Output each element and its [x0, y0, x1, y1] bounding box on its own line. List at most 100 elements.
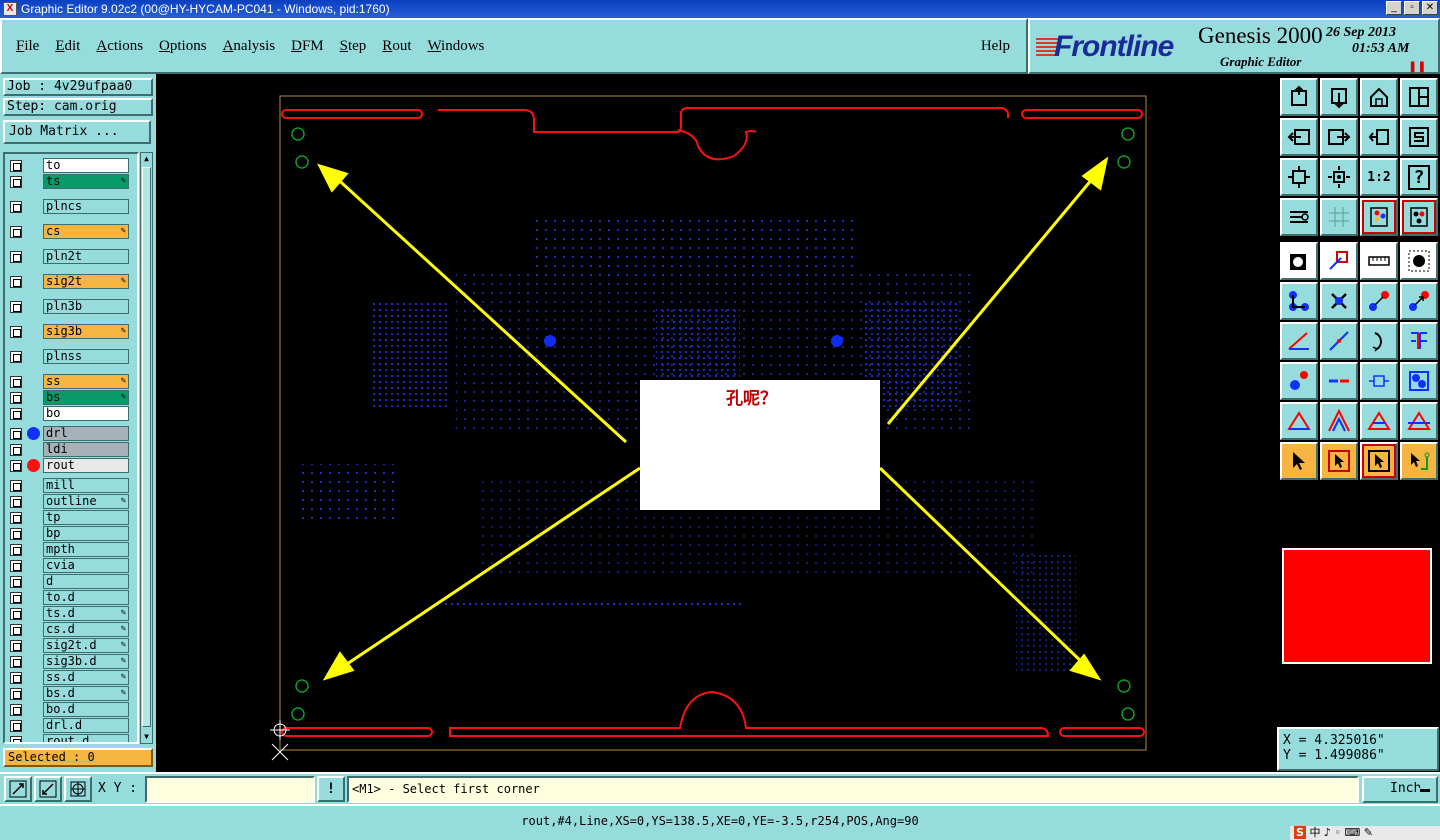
ime-badge[interactable]: S: [1294, 826, 1306, 839]
copy-feature-icon[interactable]: [1400, 282, 1438, 320]
layer-row-pln3b[interactable]: pln3b: [7, 299, 131, 314]
layer-name[interactable]: mill: [43, 478, 129, 493]
layer-name[interactable]: bp: [43, 526, 129, 541]
layer-checkbox[interactable]: [10, 226, 22, 238]
menu-analysis[interactable]: Analysis: [223, 38, 276, 55]
pan-down-icon[interactable]: [1320, 78, 1358, 116]
zoom-home-icon[interactable]: [1280, 78, 1318, 116]
layer-name[interactable]: drl.d: [43, 718, 129, 733]
layer-name[interactable]: bo: [43, 406, 129, 421]
angle-line-icon[interactable]: [1280, 322, 1318, 360]
layer-checkbox[interactable]: [10, 326, 22, 338]
layer-name[interactable]: mpth: [43, 542, 129, 557]
layer-row-tp[interactable]: tp: [7, 510, 131, 525]
layer-row-rout[interactable]: rout: [7, 458, 131, 473]
layer-name[interactable]: outline ✎: [43, 494, 129, 509]
maximize-button[interactable]: ▫: [1404, 1, 1420, 15]
select-net-icon[interactable]: [1400, 442, 1438, 480]
layer-checkbox[interactable]: [10, 496, 22, 508]
grid-icon[interactable]: [1320, 198, 1358, 236]
layer-name[interactable]: ss.d ✎: [43, 670, 129, 685]
pan-left-icon[interactable]: [1280, 118, 1318, 156]
layer-row-plncs[interactable]: plncs: [7, 199, 131, 214]
layer-checkbox[interactable]: [10, 480, 22, 492]
layer-checkbox[interactable]: [10, 528, 22, 540]
layer-checkbox[interactable]: [10, 688, 22, 700]
cut-shape-icon[interactable]: [1400, 402, 1438, 440]
layer-name[interactable]: tp: [43, 510, 129, 525]
tray-icons[interactable]: 中 ♪ ◦ ⌨ ✎: [1309, 826, 1373, 839]
layer-name[interactable]: pln3b: [43, 299, 129, 314]
layer-row-cs-d[interactable]: cs.d ✎: [7, 622, 131, 637]
layer-name[interactable]: cvia: [43, 558, 129, 573]
layer-row-mill[interactable]: mill: [7, 478, 131, 493]
menu-file[interactable]: File: [16, 38, 39, 55]
layer-row-bs-d[interactable]: bs.d ✎: [7, 686, 131, 701]
layer-row-plnss[interactable]: plnss: [7, 349, 131, 364]
layer-name[interactable]: ts.d ✎: [43, 606, 129, 621]
snap-center-icon[interactable]: [1400, 242, 1438, 280]
menu-options[interactable]: Options: [159, 38, 207, 55]
menu-step[interactable]: Step: [340, 38, 367, 55]
arc-tool-icon[interactable]: [1360, 322, 1398, 360]
layer-name[interactable]: to: [43, 158, 129, 173]
select-feature-icon[interactable]: [1360, 442, 1398, 480]
layer-name[interactable]: ts ✎: [43, 174, 129, 189]
pad-group-icon[interactable]: [1400, 362, 1438, 400]
menu-actions[interactable]: Actions: [96, 38, 143, 55]
zoom-center-icon[interactable]: [1320, 158, 1358, 196]
layer-checkbox[interactable]: [10, 592, 22, 604]
layer-checkbox[interactable]: [10, 301, 22, 313]
window-split-icon[interactable]: [1400, 78, 1438, 116]
layer-checkbox[interactable]: [10, 544, 22, 556]
pad-replace-icon[interactable]: [1280, 362, 1318, 400]
layer-row-cs[interactable]: cs ✎: [7, 224, 131, 239]
measure-ruler-icon[interactable]: [1360, 242, 1398, 280]
layer-row-ts[interactable]: ts ✎: [7, 174, 131, 189]
snap-edge-icon[interactable]: [1320, 242, 1358, 280]
menu-help[interactable]: Help: [981, 38, 1010, 55]
layer-checkbox[interactable]: [10, 201, 22, 213]
menu-windows[interactable]: Windows: [427, 38, 484, 55]
line-tool-icon[interactable]: [1320, 322, 1358, 360]
scroll-down-icon[interactable]: ▼: [141, 731, 152, 743]
layer-checkbox[interactable]: [10, 160, 22, 172]
zoom-out-icon[interactable]: [34, 776, 62, 802]
job-matrix-button[interactable]: Job Matrix ...: [3, 120, 151, 144]
scroll-thumb[interactable]: [142, 167, 151, 727]
layer-row-cvia[interactable]: cvia: [7, 558, 131, 573]
layer-checkbox[interactable]: [10, 460, 22, 472]
layer-row-to[interactable]: to: [7, 158, 131, 173]
layer-row-pln2t[interactable]: pln2t: [7, 249, 131, 264]
zoom-fit-icon[interactable]: [1280, 158, 1318, 196]
layer-row-ldi[interactable]: ldi: [7, 442, 131, 457]
layer-row-sig2t-d[interactable]: sig2t.d ✎: [7, 638, 131, 653]
zoom-in-icon[interactable]: [4, 776, 32, 802]
layer-row-ss[interactable]: ss ✎: [7, 374, 131, 389]
layer-display-icon[interactable]: [1360, 198, 1398, 236]
layer-checkbox[interactable]: [10, 376, 22, 388]
layer-name[interactable]: pln2t: [43, 249, 129, 264]
layer-checkbox[interactable]: [10, 560, 22, 572]
layer-name[interactable]: bo.d: [43, 702, 129, 717]
minimize-button[interactable]: _: [1386, 1, 1402, 15]
layer-name[interactable]: sig2t ✎: [43, 274, 129, 289]
layer-name[interactable]: sig2t.d ✎: [43, 638, 129, 653]
scale-1-2-icon[interactable]: 1:2: [1360, 158, 1398, 196]
layer-name[interactable]: sig3b ✎: [43, 324, 129, 339]
select-box-icon[interactable]: [1320, 442, 1358, 480]
layer-row-sig3b-d[interactable]: sig3b.d ✎: [7, 654, 131, 669]
layer-checkbox[interactable]: [10, 428, 22, 440]
scroll-up-icon[interactable]: ▲: [141, 153, 152, 165]
pcb-board-view[interactable]: 孔呢？: [156, 74, 1276, 772]
layer-checkbox[interactable]: [10, 576, 22, 588]
layer-row-outline[interactable]: outline ✎: [7, 494, 131, 509]
xy-input[interactable]: [145, 776, 315, 803]
close-button[interactable]: ✕: [1422, 1, 1438, 15]
units-selector[interactable]: Inch: [1362, 776, 1438, 803]
warning-button[interactable]: !: [317, 776, 345, 802]
layer-name[interactable]: bs ✎: [43, 390, 129, 405]
connect-features-icon[interactable]: [1280, 282, 1318, 320]
layer-row-drl-d[interactable]: drl.d: [7, 718, 131, 733]
move-feature-icon[interactable]: [1360, 282, 1398, 320]
